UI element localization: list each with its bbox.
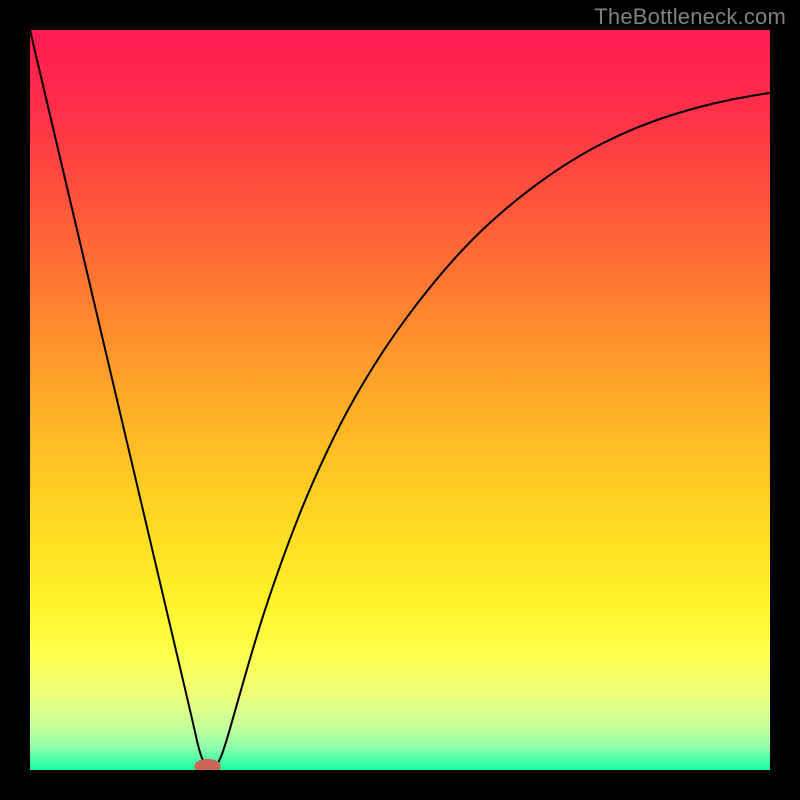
- chart-frame: TheBottleneck.com: [0, 0, 800, 800]
- watermark-text: TheBottleneck.com: [594, 4, 786, 30]
- plot-area: [30, 30, 770, 770]
- bottleneck-chart: [30, 30, 770, 770]
- gradient-background: [30, 30, 770, 770]
